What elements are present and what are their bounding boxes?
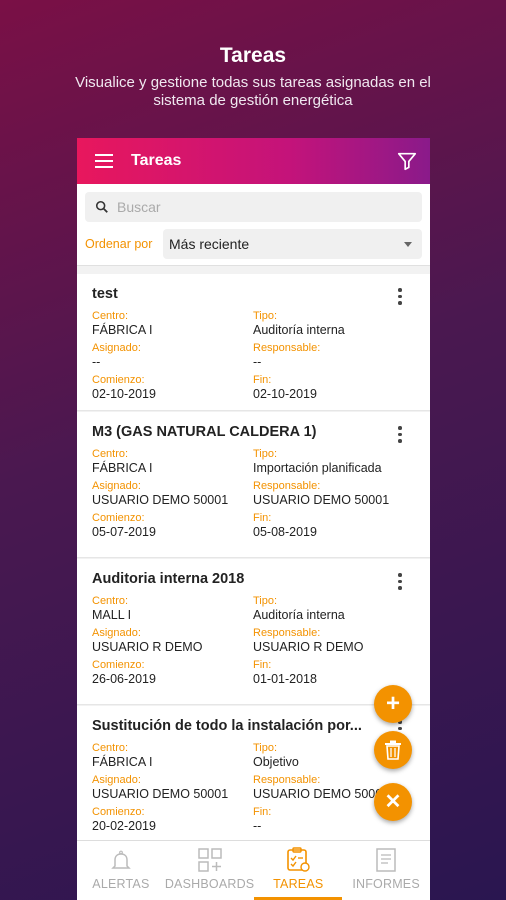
field-label: Fin:	[253, 512, 272, 524]
add-button[interactable]: +	[374, 685, 412, 723]
task-list: test Centro: FÁBRICA I Tipo: Auditoría int…	[77, 274, 430, 852]
app-bar: Tareas	[77, 138, 430, 184]
field-value: 20-02-2019	[92, 819, 156, 833]
promo-title: Tareas	[219, 44, 287, 67]
field-label: Fin:	[253, 659, 272, 671]
field-value: USUARIO DEMO 50001	[92, 787, 229, 801]
field-value: 26-06-2019	[92, 672, 156, 686]
field-label: Asignado:	[92, 627, 141, 639]
task-card[interactable]: test Centro: FÁBRICA I Tipo: Auditoría int…	[77, 274, 430, 411]
field-label: Asignado:	[92, 774, 141, 786]
field-value: --	[253, 355, 262, 369]
search-icon	[95, 200, 108, 213]
field-label: Responsable:	[253, 627, 321, 639]
plus-icon: +	[385, 690, 400, 717]
field-label: Tipo:	[253, 448, 278, 460]
nav-label: ALERTAS	[92, 877, 150, 891]
nav-item-informes[interactable]: INFORMES	[342, 841, 430, 900]
promo-subtitle-line2: sistema de gestión energética	[153, 92, 353, 109]
field-value: Auditoría interna	[253, 323, 345, 337]
task-card[interactable]: M3 (GAS NATURAL CALDERA 1) Centro: FÁBRIC…	[77, 412, 430, 558]
dropdown-caret-icon	[404, 241, 412, 247]
field-value: USUARIO DEMO 50001	[92, 493, 229, 507]
bottom-navigation: ALERTAS DASHBOARDS TAREAS INFORMES	[77, 840, 430, 900]
field-label: Comienzo:	[92, 374, 145, 386]
task-title: test	[92, 286, 118, 302]
nav-item-alertas[interactable]: ALERTAS	[77, 841, 165, 900]
field-label: Tipo:	[253, 595, 278, 607]
nav-item-dashboards[interactable]: DASHBOARDS	[165, 841, 255, 900]
task-card[interactable]: Auditoria interna 2018 Centro: MALL I Tip…	[77, 559, 430, 705]
field-value: 02-10-2019	[253, 387, 317, 401]
promo-subtitle-line1: Visualice y gestione todas sus tareas as…	[75, 74, 431, 91]
more-options-icon[interactable]	[398, 288, 402, 305]
delete-button[interactable]	[374, 731, 412, 769]
report-icon	[376, 848, 396, 872]
field-value: FÁBRICA I	[92, 323, 153, 337]
filter-icon[interactable]	[396, 150, 418, 172]
field-value: MALL I	[92, 608, 132, 622]
field-label: Centro:	[92, 595, 129, 607]
field-label: Centro:	[92, 448, 129, 460]
sort-row: Ordenar por Más reciente	[85, 229, 422, 259]
promo-subtitle: Visualice y gestione todas sus tareas as…	[40, 74, 466, 110]
field-value: FÁBRICA I	[92, 755, 153, 769]
trash-icon	[385, 740, 401, 760]
field-value: Auditoría interna	[253, 608, 345, 622]
field-value: 05-08-2019	[253, 525, 317, 539]
task-title: Sustitución de todo la instalación por..…	[92, 718, 362, 734]
close-icon: ✕	[384, 791, 402, 813]
search-sort-bar: Ordenar por Más reciente	[77, 184, 430, 266]
field-label: Fin:	[253, 374, 272, 386]
app-bar-title: Tareas	[131, 152, 182, 169]
nav-item-tareas[interactable]: TAREAS	[254, 841, 343, 900]
sort-label: Ordenar por	[85, 237, 153, 251]
field-value: USUARIO R DEMO	[253, 640, 364, 654]
dashboard-icon	[197, 848, 222, 872]
task-card[interactable]: Sustitución de todo la instalación por..…	[77, 706, 430, 852]
more-options-icon[interactable]	[398, 573, 402, 590]
field-label: Responsable:	[253, 342, 321, 354]
more-options-icon[interactable]	[398, 426, 402, 443]
field-label: Asignado:	[92, 480, 141, 492]
sort-value: Más reciente	[169, 236, 250, 252]
field-value: USUARIO DEMO 50001	[253, 493, 390, 507]
field-value: 05-07-2019	[92, 525, 156, 539]
field-label: Comienzo:	[92, 806, 145, 818]
task-title: Auditoria interna 2018	[92, 571, 245, 587]
app-screen: Tareas Ordenar por Más reciente test Cen	[77, 138, 430, 900]
field-label: Comienzo:	[92, 659, 145, 671]
field-label: Centro:	[92, 310, 129, 322]
search-box[interactable]	[85, 192, 422, 222]
field-value: USUARIO R DEMO	[92, 640, 203, 654]
field-label: Asignado:	[92, 342, 141, 354]
field-value: 02-10-2019	[92, 387, 156, 401]
field-value: Importación planificada	[253, 461, 382, 475]
field-label: Tipo:	[253, 310, 278, 322]
field-value: FÁBRICA I	[92, 461, 153, 475]
field-label: Responsable:	[253, 480, 321, 492]
close-button[interactable]: ✕	[374, 783, 412, 821]
bell-icon	[111, 850, 131, 869]
field-label: Comienzo:	[92, 512, 145, 524]
task-title: M3 (GAS NATURAL CALDERA 1)	[92, 424, 317, 440]
menu-icon[interactable]	[95, 154, 113, 168]
nav-label: DASHBOARDS	[164, 877, 255, 891]
tasks-icon	[287, 847, 310, 872]
sort-select[interactable]: Más reciente	[163, 229, 422, 259]
field-value: --	[92, 355, 101, 369]
search-input[interactable]	[117, 199, 397, 215]
nav-label: TAREAS	[273, 877, 324, 891]
field-label: Centro:	[92, 742, 129, 754]
nav-label: INFORMES	[352, 877, 420, 891]
